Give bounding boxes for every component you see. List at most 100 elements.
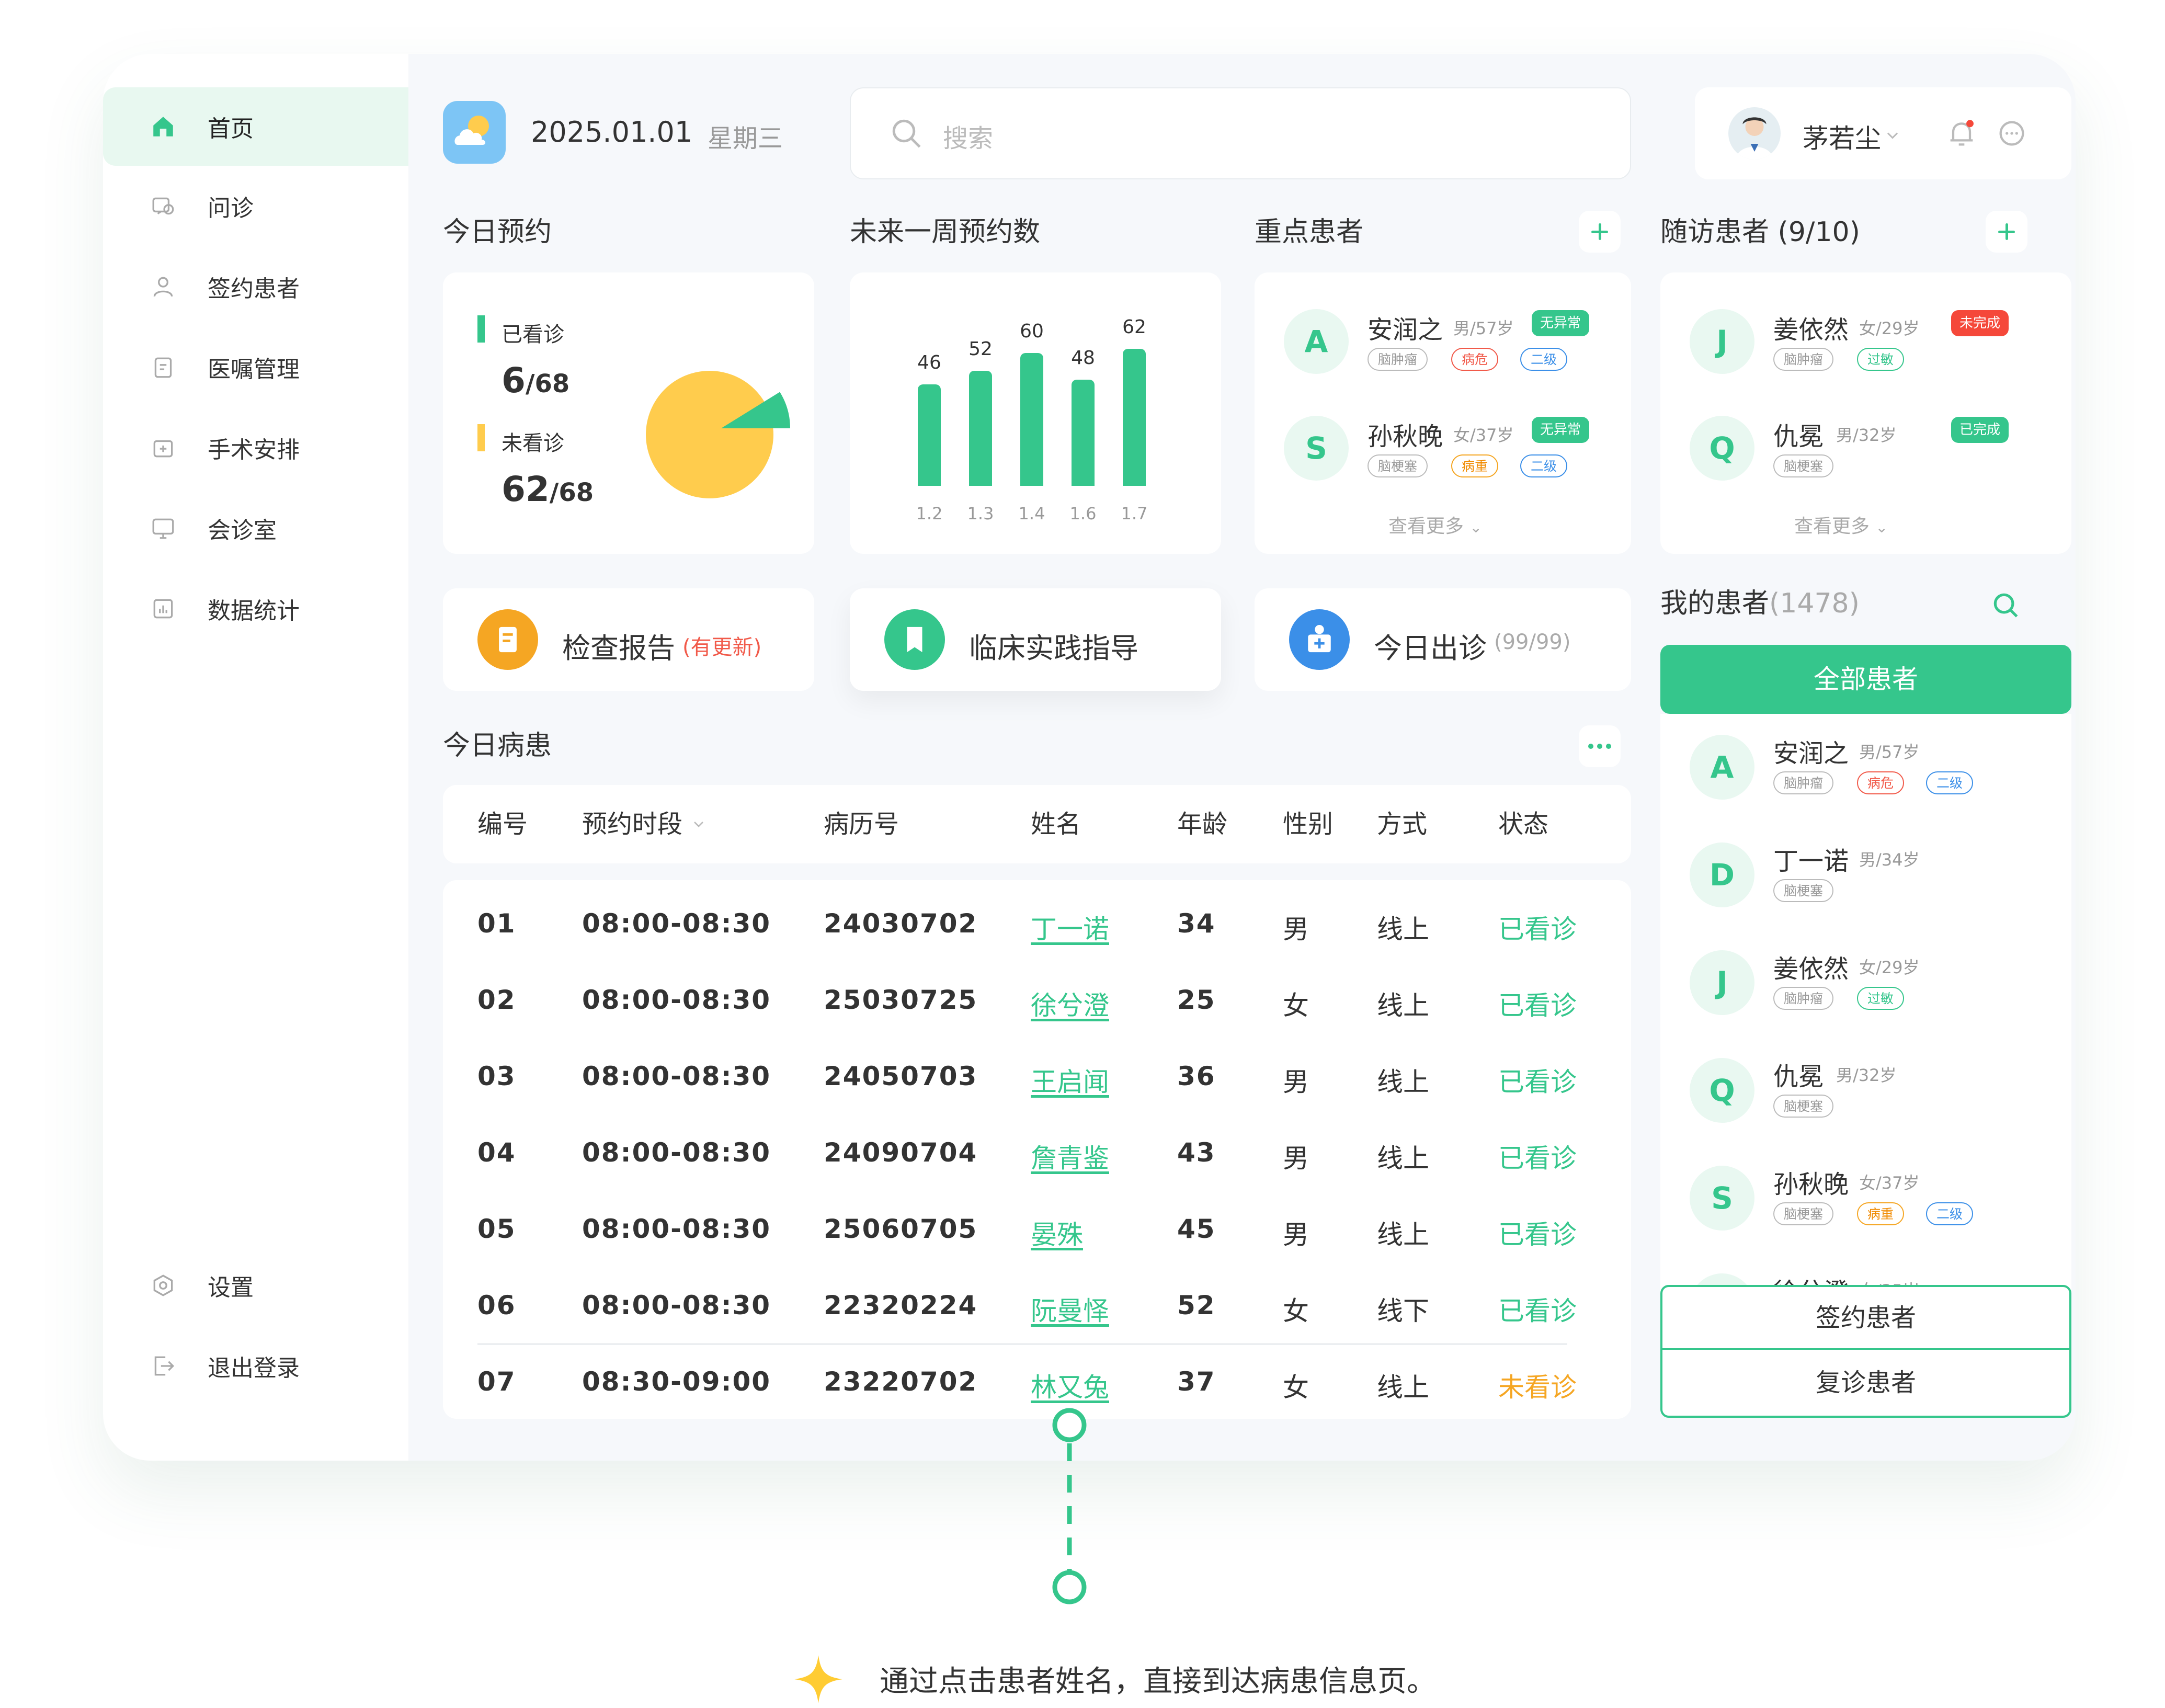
patient-info: 女/37岁 [1859, 1173, 1920, 1193]
patient-name[interactable]: 姜依然 [1773, 948, 1849, 985]
row-divider [477, 1343, 1567, 1345]
user-bar: 茅若尘 [1695, 87, 2071, 179]
patient-name-link[interactable]: 阮曼怿 [1031, 1290, 1109, 1328]
cell-status: 未看诊 [1498, 1372, 1577, 1403]
col-header: 病历号 [824, 810, 899, 839]
today-clinic-card[interactable]: 今日出诊 (99/99) [1255, 588, 1631, 691]
search-icon[interactable] [1990, 589, 2022, 622]
patient-name[interactable]: 丁一诺 [1773, 840, 1849, 877]
status-badge: 无异常 [1532, 310, 1590, 336]
patient-name-link[interactable]: 丁一诺 [1031, 908, 1109, 946]
cell-record: 22320224 [824, 1290, 978, 1320]
patient-name-link[interactable]: 詹青鉴 [1031, 1137, 1109, 1175]
cell-sex: 女 [1283, 1296, 1309, 1326]
status-badge: 已完成 [1951, 417, 2009, 443]
sidebar-item-consult[interactable]: 问诊 [103, 167, 408, 245]
search-input[interactable]: 搜索 [850, 87, 1631, 179]
cell-age: 43 [1177, 1137, 1216, 1168]
patient-name[interactable]: 姜依然 [1773, 309, 1849, 346]
cell-sex: 男 [1283, 1143, 1309, 1174]
appointment-pie-chart [646, 371, 790, 498]
patient-avatar: A [1284, 309, 1349, 374]
allergy-tag: 过敏 [1857, 348, 1905, 371]
caption-text: 通过点击患者姓名，直接到达病患信息页。 [880, 1665, 1436, 1699]
home-icon [153, 117, 173, 136]
sidebar-item-home[interactable]: 首页 [103, 87, 408, 166]
cell-id: 03 [477, 1061, 516, 1091]
patient-name[interactable]: 仇冕 [1773, 1056, 1824, 1092]
sparkle-icon [794, 1655, 842, 1703]
sidebar-item-consultation-room[interactable]: 会诊室 [103, 489, 408, 567]
chart-bar [969, 371, 992, 486]
patient-info: 男/34岁 [1859, 850, 1920, 870]
patient-name[interactable]: 仇冕 [1773, 416, 1824, 452]
patient-name-link[interactable]: 晏殊 [1031, 1214, 1083, 1251]
patients-table: 01 08:00-08:30 24030702 丁一诺 34 男线上 已看诊 02 08:00-… [443, 880, 1631, 1419]
patient-name[interactable]: 安润之 [1773, 733, 1849, 769]
patient-name-link[interactable]: 王启闻 [1031, 1061, 1109, 1099]
table-row: 01 08:00-08:30 24030702 丁一诺 34 男 线上 已看诊 [443, 901, 1631, 948]
more-options-button[interactable] [1579, 725, 1621, 767]
bar-value-label: 52 [968, 338, 993, 360]
col-header-sortable[interactable]: 预约时段 [582, 785, 707, 863]
patient-name[interactable]: 孙秋晚 [1773, 1164, 1849, 1200]
chevron-down-icon[interactable] [1883, 126, 1902, 145]
col-header: 方式 [1377, 810, 1428, 839]
avatar[interactable] [1728, 107, 1781, 160]
cell-record: 24050703 [824, 1061, 978, 1091]
patient-info: 女/29岁 [1859, 318, 1920, 338]
sidebar-item-signed-patients[interactable]: 签约患者 [103, 247, 408, 326]
followup-title: 随访患者 (9/10) [1660, 217, 1860, 248]
report-card[interactable]: 检查报告 (有更新) [443, 588, 814, 691]
unseen-label: 未看诊 [502, 431, 564, 456]
message-icon[interactable] [1995, 117, 2029, 150]
stats-icon [153, 599, 173, 619]
patient-info: 女/37岁 [1453, 425, 1514, 445]
all-patients-button[interactable]: 全部患者 [1660, 645, 2071, 714]
sidebar-item-label: 签约患者 [208, 276, 300, 302]
menu-item-revisit[interactable]: 复诊患者 [1662, 1350, 2069, 1416]
user-name[interactable]: 茅若尘 [1803, 118, 1881, 155]
clinic-label: 今日出诊 [1374, 632, 1487, 665]
bell-icon[interactable] [1945, 117, 1978, 150]
patient-name-link[interactable]: 徐兮澄 [1031, 985, 1109, 1022]
cell-status: 已看诊 [1498, 1143, 1577, 1174]
user-icon [153, 277, 173, 297]
patient-tag: 脑梗塞 [1773, 1095, 1834, 1118]
sidebar-item-logout[interactable]: 退出登录 [103, 1327, 408, 1405]
cell-time: 08:00-08:30 [582, 1137, 771, 1168]
sidebar-item-statistics[interactable]: 数据统计 [103, 570, 408, 648]
add-followup-button[interactable] [1986, 211, 2027, 253]
clinical-guide-card[interactable]: 临床实践指导 [850, 588, 1221, 691]
cell-age: 52 [1177, 1290, 1216, 1320]
sidebar-item-surgery[interactable]: 手术安排 [103, 408, 408, 487]
patient-info: 男/32岁 [1836, 1065, 1897, 1085]
sidebar-item-label: 医嘱管理 [208, 356, 300, 383]
cell-status: 已看诊 [1498, 1220, 1577, 1250]
table-row: 07 08:30-09:00 23220702 林又兔 37 女线上 未看诊 [443, 1359, 1631, 1406]
cell-time: 08:00-08:30 [582, 1061, 771, 1091]
sidebar-item-settings[interactable]: 设置 [103, 1246, 408, 1325]
cell-record: 25030725 [824, 985, 978, 1015]
view-more-link[interactable]: 查看更多 ⌄ [1388, 511, 1482, 538]
table-header: 编号 预约时段 病历号 姓名 年龄 性别 方式 状态 [443, 785, 1631, 863]
cell-id: 01 [477, 908, 516, 939]
bar-value-label: 60 [1020, 321, 1044, 343]
monitor-icon [152, 518, 174, 539]
level-tag: 二级 [1520, 348, 1568, 371]
chart-bar [1072, 380, 1095, 486]
table-row: 02 08:00-08:30 25030725 徐兮澄 25 女 线上 已看诊 [443, 977, 1631, 1024]
view-more-link[interactable]: 查看更多 ⌄ [1794, 511, 1888, 538]
logout-icon [154, 1356, 175, 1376]
clipboard-icon [154, 357, 172, 378]
sidebar: 首页 问诊 签约患者 医嘱管理 手术安排 会诊室 数据统计 设置 退出登录 [103, 54, 408, 1461]
menu-item-signed[interactable]: 签约患者 [1662, 1287, 2069, 1350]
patient-avatar: S [1690, 1166, 1754, 1231]
sidebar-item-orders[interactable]: 医嘱管理 [103, 328, 408, 406]
cell-time: 08:00-08:30 [582, 908, 771, 939]
add-key-patient-button[interactable] [1579, 211, 1621, 253]
table-row: 03 08:00-08:30 24050703 王启闻 36 男 线上 已看诊 [443, 1054, 1631, 1101]
patient-name[interactable]: 安润之 [1368, 309, 1443, 346]
level-tag: 二级 [1520, 454, 1568, 477]
patient-name[interactable]: 孙秋晚 [1368, 416, 1443, 452]
